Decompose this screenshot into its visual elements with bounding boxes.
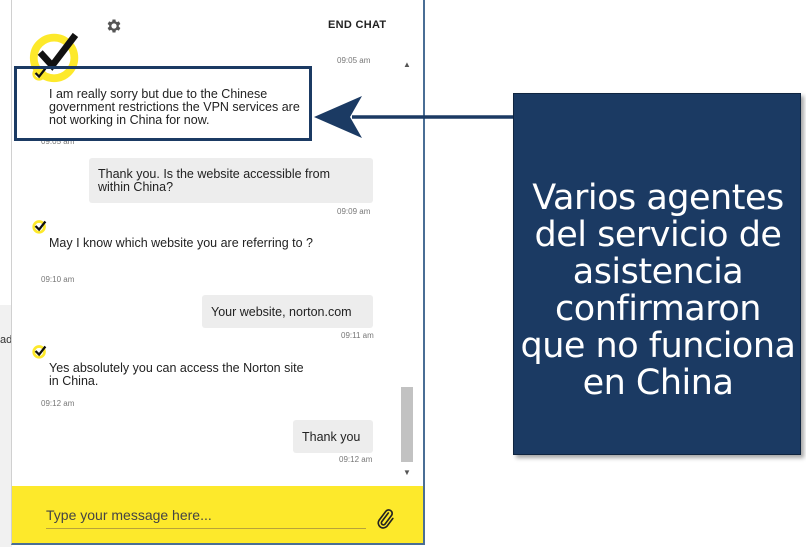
scroll-up-icon[interactable]: ▲: [403, 60, 411, 69]
message-input-area: [12, 486, 423, 543]
user-message-bubble: Thank you. Is the website accessible fro…: [89, 158, 373, 203]
gear-icon[interactable]: [105, 17, 123, 35]
message-time: 09:10 am: [41, 275, 75, 284]
agent-message-text: Yes absolutely you can access the Norton…: [49, 361, 304, 388]
message-time: 09:12 am: [339, 455, 373, 464]
message-time: 09:05 am: [337, 56, 371, 65]
annotation-text: Varios agentes del servicio de asistenci…: [520, 178, 796, 403]
scroll-thumb[interactable]: [401, 387, 413, 462]
message-time: 09:09 am: [337, 207, 371, 216]
agent-message-text: May I know which website you are referri…: [49, 236, 314, 250]
agent-check-icon: [32, 220, 47, 234]
scroll-down-icon[interactable]: ▼: [403, 468, 411, 477]
arrow-left-icon: [314, 96, 516, 138]
user-message-bubble: Your website, norton.com: [202, 295, 373, 328]
message-input[interactable]: [46, 502, 366, 529]
user-message-bubble: Thank you: [293, 420, 373, 453]
annotation-panel: Varios agentes del servicio de asistenci…: [513, 93, 801, 455]
paperclip-icon[interactable]: [374, 508, 396, 530]
message-time: 09:11 am: [341, 331, 374, 340]
agent-check-icon: [32, 345, 47, 359]
end-chat-button[interactable]: END CHAT: [328, 19, 386, 31]
message-time: 09:12 am: [41, 399, 75, 408]
highlight-box: [14, 66, 312, 141]
